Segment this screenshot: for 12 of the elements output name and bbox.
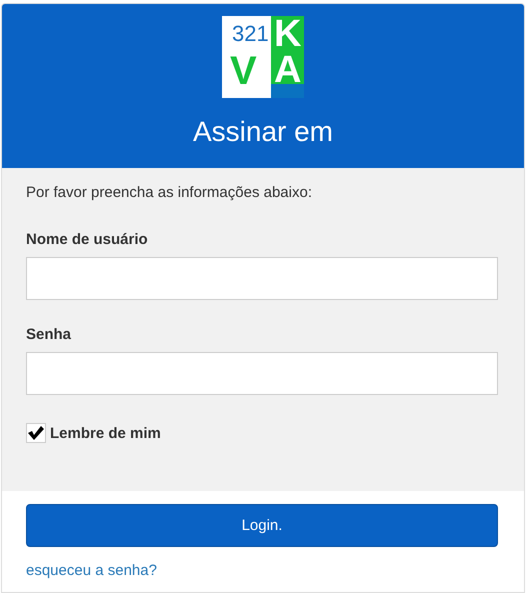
logo: 321 K V A xyxy=(222,16,304,98)
page-title: Assinar em xyxy=(192,116,334,148)
field-label: Senha xyxy=(26,326,72,343)
field-label: Nome de usuário xyxy=(26,231,149,248)
username-field[interactable] xyxy=(26,257,498,300)
login-button[interactable]: Login. xyxy=(26,504,498,547)
forgot-password-link[interactable]: esqueceu a senha? xyxy=(26,562,157,579)
instruction-text: Por favor preencha as informações abaixo: xyxy=(26,184,313,201)
checkbox-label: Lembre de mim xyxy=(50,424,161,442)
password-field[interactable] xyxy=(26,352,498,395)
check-icon xyxy=(28,426,44,440)
remember-checkbox[interactable] xyxy=(26,423,46,443)
